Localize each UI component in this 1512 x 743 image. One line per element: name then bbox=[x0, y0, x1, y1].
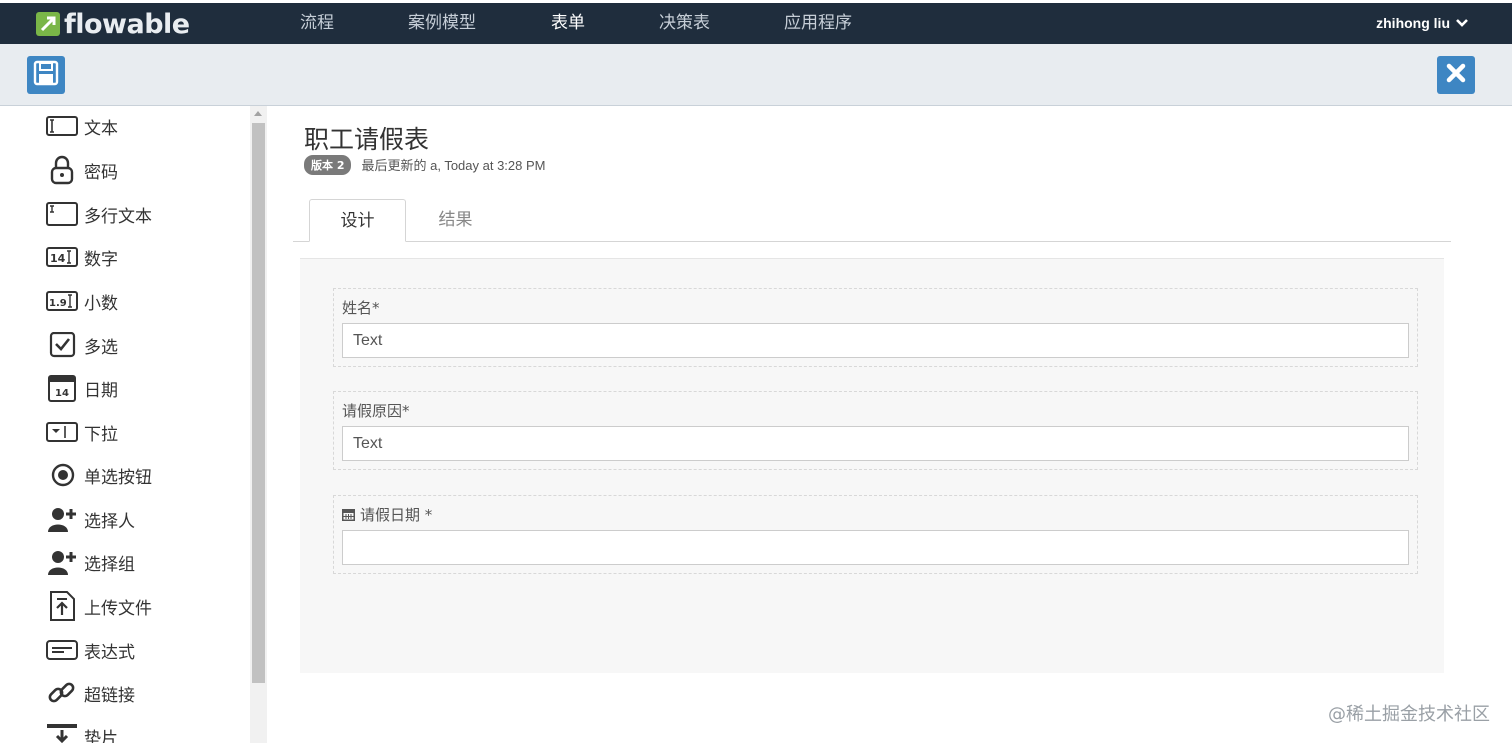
palette-item-label: 小数 bbox=[84, 293, 118, 314]
palette-item-label: 选择组 bbox=[84, 554, 135, 575]
form-field-date[interactable]: 请假日期 * bbox=[333, 495, 1418, 574]
palette-item-radio[interactable]: 单选按钮 bbox=[46, 460, 152, 490]
palette-item-select-user[interactable]: 选择人 bbox=[46, 504, 135, 534]
user-name: zhihong liu bbox=[1376, 15, 1450, 31]
palette-item-label: 选择人 bbox=[84, 511, 135, 532]
palette-item-label: 文本 bbox=[84, 118, 118, 139]
palette-item-hyperlink[interactable]: 超链接 bbox=[46, 678, 135, 708]
palette-item-expression[interactable]: 表达式 bbox=[46, 635, 135, 665]
dropdown-icon bbox=[46, 417, 80, 447]
nav-item-decision-tables[interactable]: 决策表 bbox=[659, 3, 710, 44]
lock-icon bbox=[46, 155, 80, 185]
palette-item-spacer[interactable]: 垫片 bbox=[46, 721, 118, 743]
palette-item-label: 上传文件 bbox=[84, 598, 152, 619]
logo-text: flowable bbox=[64, 8, 190, 40]
logo-mark-icon bbox=[36, 12, 60, 36]
field-label-row: 请假日期 * bbox=[342, 504, 432, 525]
name-input[interactable]: Text bbox=[342, 323, 1409, 358]
flowable-logo[interactable]: flowable bbox=[36, 8, 190, 40]
user-menu[interactable]: zhihong liu bbox=[1376, 3, 1468, 44]
checkbox-icon bbox=[46, 330, 80, 360]
palette-item-select-group[interactable]: 选择组 bbox=[46, 547, 135, 577]
palette-item-password[interactable]: 密码 bbox=[46, 155, 118, 185]
calendar-icon bbox=[342, 508, 355, 521]
palette-item-date[interactable]: 14 日期 bbox=[46, 373, 118, 403]
reason-input[interactable]: Text bbox=[342, 426, 1409, 461]
palette-item-label: 表达式 bbox=[84, 642, 135, 663]
version-badge: 版本 2 bbox=[304, 154, 352, 175]
scrollbar-thumb[interactable] bbox=[252, 123, 265, 683]
close-icon bbox=[1444, 61, 1468, 89]
spacer-icon bbox=[46, 721, 80, 743]
calendar-icon: 14 bbox=[46, 373, 80, 403]
upload-file-icon bbox=[46, 591, 80, 621]
expression-icon bbox=[46, 635, 80, 665]
tab-outcomes[interactable]: 结果 bbox=[413, 199, 498, 241]
scroll-up-icon[interactable] bbox=[254, 111, 262, 116]
field-label: 请假原因* bbox=[342, 402, 410, 420]
watermark: @稀土掘金技术社区 bbox=[1328, 704, 1490, 725]
svg-text:14: 14 bbox=[50, 252, 66, 265]
field-label: 请假日期 * bbox=[360, 506, 433, 524]
palette-item-text[interactable]: 文本 bbox=[46, 111, 118, 141]
form-canvas: 姓名* Text 请假原因* Text 请假日期 * bbox=[300, 258, 1444, 673]
save-icon bbox=[33, 60, 59, 90]
add-group-icon bbox=[46, 547, 80, 577]
text-field-icon bbox=[46, 111, 80, 141]
palette-item-label: 下拉 bbox=[84, 424, 118, 445]
multiline-text-icon bbox=[46, 199, 80, 229]
palette-item-label: 日期 bbox=[84, 380, 118, 401]
nav-item-apps[interactable]: 应用程序 bbox=[784, 3, 852, 44]
palette-item-label: 多选 bbox=[84, 337, 118, 358]
form-field-name[interactable]: 姓名* Text bbox=[333, 288, 1418, 367]
tab-design[interactable]: 设计 bbox=[309, 199, 406, 242]
editor-toolbar bbox=[0, 44, 1512, 106]
top-navbar: flowable 流程 案例模型 表单 决策表 应用程序 zhihong liu bbox=[0, 0, 1512, 51]
date-input[interactable] bbox=[342, 530, 1409, 565]
palette-item-label: 垫片 bbox=[84, 728, 118, 743]
palette-item-multiline-text[interactable]: 多行文本 bbox=[46, 199, 152, 229]
save-button[interactable] bbox=[27, 56, 65, 94]
svg-text:14: 14 bbox=[55, 388, 69, 399]
nav-item-processes[interactable]: 流程 bbox=[300, 3, 334, 44]
palette-item-upload[interactable]: 上传文件 bbox=[46, 591, 152, 621]
add-user-icon bbox=[46, 504, 80, 534]
nav-item-forms[interactable]: 表单 bbox=[551, 3, 585, 51]
palette-item-dropdown[interactable]: 下拉 bbox=[46, 417, 118, 447]
nav-item-forms-label: 表单 bbox=[551, 13, 585, 33]
last-updated-text: 最后更新的 a, Today at 3:28 PM bbox=[361, 158, 546, 173]
nav-item-case-models[interactable]: 案例模型 bbox=[408, 3, 476, 44]
palette-item-label: 超链接 bbox=[84, 685, 135, 706]
svg-text:1.9: 1.9 bbox=[49, 298, 67, 309]
field-label: 姓名* bbox=[342, 299, 380, 317]
form-title: 职工请假表 bbox=[304, 125, 430, 154]
palette-item-decimal[interactable]: 1.9 小数 bbox=[46, 286, 118, 316]
editor-tabs: 设计 结果 bbox=[293, 199, 1451, 242]
form-field-reason[interactable]: 请假原因* Text bbox=[333, 391, 1418, 470]
close-button[interactable] bbox=[1437, 56, 1475, 94]
palette-scrollbar[interactable] bbox=[250, 106, 267, 743]
form-element-palette: 文本 密码 多行文本 14 数字 1.9 小数 多选 14 日期 下拉 单选按钮… bbox=[0, 106, 250, 743]
palette-item-label: 数字 bbox=[84, 249, 118, 270]
palette-item-label: 单选按钮 bbox=[84, 467, 152, 488]
palette-item-checkbox[interactable]: 多选 bbox=[46, 330, 118, 360]
palette-item-label: 多行文本 bbox=[84, 206, 152, 227]
number-icon: 14 bbox=[46, 242, 80, 272]
radio-icon bbox=[46, 460, 80, 490]
chevron-down-icon bbox=[1456, 3, 1468, 44]
form-meta: 版本 2 最后更新的 a, Today at 3:28 PM bbox=[304, 154, 546, 175]
link-icon bbox=[46, 678, 80, 708]
decimal-icon: 1.9 bbox=[46, 286, 80, 316]
palette-item-number[interactable]: 14 数字 bbox=[46, 242, 118, 272]
palette-item-label: 密码 bbox=[84, 162, 118, 183]
